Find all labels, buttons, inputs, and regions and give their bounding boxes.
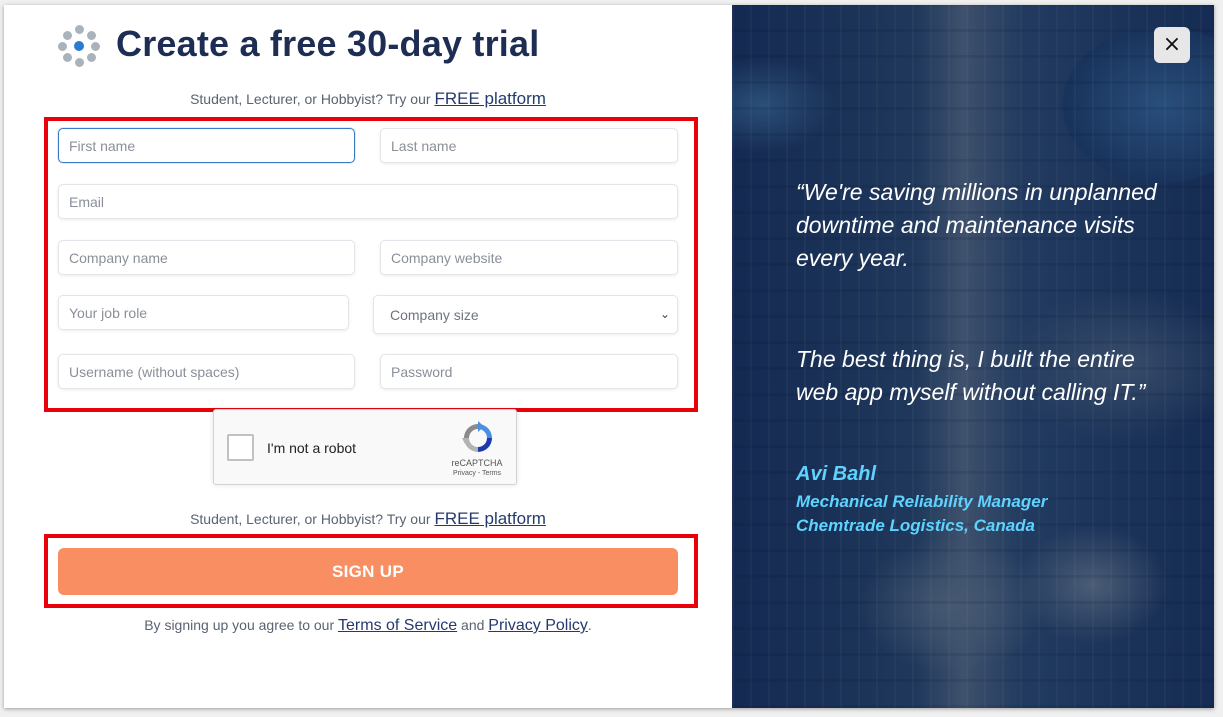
promo-text-bottom: Student, Lecturer, or Hobbyist? Try our … [4,509,732,529]
signup-modal: Create a free 30-day trial Student, Lect… [4,5,1214,708]
recaptcha-label: I'm not a robot [267,440,357,456]
company-size-select[interactable]: Company size [373,295,678,334]
username-input[interactable] [58,354,355,389]
testimonial-author: Avi Bahl [796,463,877,485]
last-name-input[interactable] [380,128,678,163]
recaptcha-checkbox[interactable] [227,434,254,461]
free-platform-link[interactable]: FREE platform [434,89,545,108]
sign-up-button[interactable]: SIGN UP [58,548,678,595]
testimonial-panel: “We're saving millions in unplanned down… [732,5,1214,708]
job-role-input[interactable] [58,295,349,330]
testimonial-quote-2: The best thing is, I built the entire we… [796,346,1146,405]
terms-text: By signing up you agree to our Terms of … [4,617,732,635]
promo-text: Student, Lecturer, or Hobbyist? Try our … [4,89,732,109]
recaptcha-logo-icon [462,421,492,452]
terms-of-service-link[interactable]: Terms of Service [338,617,457,634]
free-platform-link-bottom[interactable]: FREE platform [434,509,545,528]
company-website-input[interactable] [380,240,678,275]
page-title: Create a free 30-day trial [116,23,540,64]
close-icon[interactable]: × [1154,27,1190,63]
recaptcha-widget: I'm not a robot reCAPTCHA Privacy - Term… [213,409,517,485]
company-name-input[interactable] [58,240,355,275]
testimonial-company: Chemtrade Logistics, Canada [796,516,1036,535]
terms-and: and [461,617,485,633]
testimonial-role: Mechanical Reliability Manager [796,492,1048,511]
promo-label-bottom: Student, Lecturer, or Hobbyist? Try our [190,511,431,527]
testimonial-quote-1: “We're saving millions in unplanned down… [796,179,1157,271]
promo-label: Student, Lecturer, or Hobbyist? Try our [190,91,431,107]
first-name-input[interactable] [58,128,355,163]
signup-panel: Create a free 30-day trial Student, Lect… [4,5,732,708]
company-logo-icon [58,25,100,67]
recaptcha-links[interactable]: Privacy - Terms [440,470,514,477]
password-input[interactable] [380,354,678,389]
email-input[interactable] [58,184,678,219]
terms-suffix: . [587,617,592,633]
privacy-policy-link[interactable]: Privacy Policy [488,617,588,634]
recaptcha-brand: reCAPTCHA [451,458,503,468]
terms-prefix: By signing up you agree to our [144,617,335,633]
